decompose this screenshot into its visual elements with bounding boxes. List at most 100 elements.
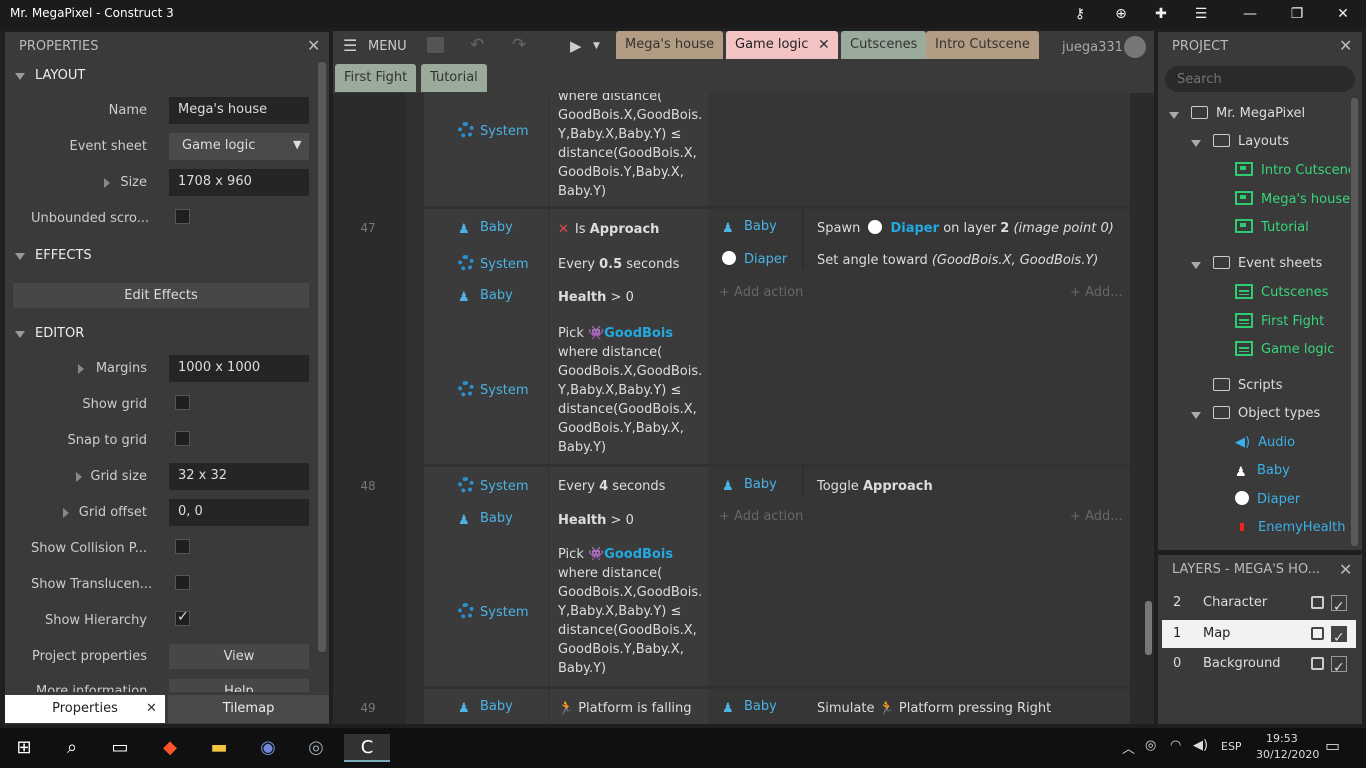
file-explorer-icon[interactable]: ▬	[205, 734, 233, 762]
show-collision-checkbox[interactable]	[175, 539, 190, 554]
tree-object-types[interactable]: Object types	[1213, 406, 1320, 421]
steam-tray-icon[interactable]: ◎	[1145, 738, 1156, 753]
steam-icon[interactable]: ◎	[302, 734, 330, 762]
tab-intro-cutscene[interactable]: Intro Cutscene	[926, 31, 1039, 59]
help-button[interactable]: Help	[169, 679, 309, 692]
event-scrollbar[interactable]	[1145, 601, 1152, 655]
action-object[interactable]: ♟ Baby	[722, 219, 777, 236]
add-action-short-button[interactable]: + Add...	[1070, 507, 1123, 526]
wifi-icon[interactable]: ◠	[1170, 738, 1181, 753]
condition-text[interactable]: ✕ Is Approach	[558, 220, 659, 239]
search-icon[interactable]: ⌕	[58, 734, 86, 762]
layer-row-selected[interactable]: 1 Map	[1162, 620, 1356, 652]
close-icon[interactable]: ✕	[818, 37, 830, 53]
tree-object-item[interactable]: Diaper	[1235, 491, 1300, 507]
action-text[interactable]: Set angle toward (GoodBois.X, GoodBois.Y…	[817, 251, 1098, 270]
close-icon[interactable]: ✕	[307, 36, 320, 55]
close-icon[interactable]: ✕	[1339, 560, 1352, 579]
event-row[interactable]: ♟ Baby 🏃 Platform is falling ♟ Baby Simulat…	[424, 689, 1130, 724]
undo-icon[interactable]: ↶	[470, 35, 484, 55]
show-hierarchy-checkbox[interactable]	[175, 609, 190, 626]
close-icon[interactable]: ✕	[1339, 36, 1352, 55]
layout-section[interactable]: LAYOUT	[5, 61, 317, 91]
condition-text[interactable]: where distance(GoodBois.X,GoodBois. Y,Bab…	[558, 93, 702, 201]
tree-sheet-item[interactable]: First Fight	[1235, 313, 1324, 329]
save-icon[interactable]	[427, 37, 444, 53]
snap-grid-checkbox[interactable]	[175, 431, 190, 446]
name-field[interactable]: Mega's house	[169, 97, 309, 124]
editor-section[interactable]: EDITOR	[5, 319, 317, 349]
lock-icon[interactable]	[1311, 596, 1324, 609]
unbounded-checkbox[interactable]	[175, 209, 190, 224]
tab-first-fight[interactable]: First Fight	[335, 64, 417, 92]
expand-icon[interactable]	[1191, 412, 1201, 419]
condition-text[interactable]: Every 4 seconds	[558, 477, 665, 496]
visible-checkbox[interactable]	[1331, 593, 1347, 621]
play-icon[interactable]: ▶	[570, 37, 582, 55]
menu-icon[interactable]: ☰	[343, 36, 357, 55]
add-action-button[interactable]: + Add action	[719, 507, 803, 526]
action-text[interactable]: Simulate 🏃 Platform pressing Right	[817, 699, 1051, 718]
grid-offset-field[interactable]: 0, 0	[169, 499, 309, 526]
discord-icon[interactable]: ◉	[254, 734, 282, 762]
tree-sheet-item[interactable]: Cutscenes	[1235, 284, 1328, 300]
show-grid-checkbox[interactable]	[175, 395, 190, 410]
tree-object-item[interactable]: ♟ Baby	[1235, 463, 1290, 480]
event-sheet-select[interactable]: Game logic	[169, 133, 309, 160]
task-view-icon[interactable]: ▭	[106, 734, 134, 762]
construct-icon[interactable]: C	[344, 734, 390, 762]
layer-row[interactable]: 0 Background	[1162, 650, 1356, 682]
action-object[interactable]: ♟ Baby	[722, 699, 777, 716]
grid-size-field[interactable]: 32 x 32	[169, 463, 309, 490]
tree-object-item[interactable]: EnemyHealth	[1235, 520, 1346, 535]
add-action-button[interactable]: + Add action	[719, 283, 803, 302]
tilemap-tab[interactable]: Tilemap	[168, 695, 329, 723]
notifications-icon[interactable]: ▭	[1325, 736, 1340, 755]
condition-object[interactable]: ♟ Baby	[458, 699, 513, 716]
size-field[interactable]: 1708 x 960	[169, 169, 309, 196]
layer-row[interactable]: 2 Character	[1162, 589, 1356, 621]
tree-layout-item[interactable]: Tutorial	[1235, 219, 1309, 235]
visible-checkbox[interactable]	[1331, 624, 1347, 652]
condition-object[interactable]: ♟ Baby	[458, 288, 513, 305]
expand-icon[interactable]	[1191, 262, 1201, 269]
chevron-up-icon[interactable]: ︿	[1122, 738, 1135, 757]
avatar[interactable]	[1124, 36, 1146, 58]
windows-start-icon[interactable]: ⊞	[10, 734, 38, 762]
tab-cutscenes[interactable]: Cutscenes	[841, 31, 927, 59]
properties-tab[interactable]: Properties	[5, 695, 165, 723]
event-row[interactable]: System where distance(GoodBois.X,GoodBoi…	[424, 93, 1130, 206]
redo-icon[interactable]: ↷	[512, 35, 526, 55]
action-text[interactable]: Spawn Diaper on layer 2 (image point 0)	[817, 219, 1114, 238]
addon-icon[interactable]: ✚	[1139, 0, 1183, 28]
maximize-button[interactable]: ❐	[1275, 0, 1319, 28]
chevron-down-icon[interactable]: ▼	[593, 41, 600, 51]
zoom-icon[interactable]: ⊕	[1099, 0, 1143, 28]
menu-button[interactable]: MENU	[368, 39, 407, 54]
key-icon[interactable]: ⚷	[1058, 0, 1102, 28]
tab-megas-house[interactable]: Mega's house	[616, 31, 724, 59]
expand-icon[interactable]	[1169, 112, 1179, 119]
tree-layouts[interactable]: Layouts	[1213, 134, 1289, 149]
event-row[interactable]: System Every 4 seconds ♟ Baby Health > 0 …	[424, 467, 1130, 686]
tree-root[interactable]: Mr. MegaPixel	[1191, 106, 1305, 121]
tab-tutorial[interactable]: Tutorial	[421, 64, 487, 92]
margins-field[interactable]: 1000 x 1000	[169, 355, 309, 382]
condition-object[interactable]: System	[458, 122, 528, 139]
condition-text[interactable]: Health > 0	[558, 511, 634, 530]
clock-date[interactable]: 30/12/2020	[1256, 748, 1319, 761]
menu-icon[interactable]: ☰	[1179, 0, 1223, 28]
tree-layout-item[interactable]: Intro Cutscene	[1235, 162, 1350, 178]
properties-scrollbar[interactable]	[318, 62, 326, 652]
volume-icon[interactable]: ◀)	[1193, 738, 1208, 753]
project-search-input[interactable]	[1165, 66, 1355, 92]
condition-object[interactable]: System	[458, 477, 528, 494]
lock-icon[interactable]	[1311, 627, 1324, 640]
brave-icon[interactable]: ◆	[156, 734, 184, 762]
tree-layout-item[interactable]: Mega's house	[1235, 191, 1350, 207]
tree-event-sheets[interactable]: Event sheets	[1213, 256, 1322, 271]
condition-object[interactable]: System	[458, 603, 528, 620]
condition-text[interactable]: Health > 0	[558, 288, 634, 307]
clock-time[interactable]: 19:53	[1266, 732, 1298, 745]
tree-object-item[interactable]: ◀) Audio	[1235, 435, 1295, 450]
